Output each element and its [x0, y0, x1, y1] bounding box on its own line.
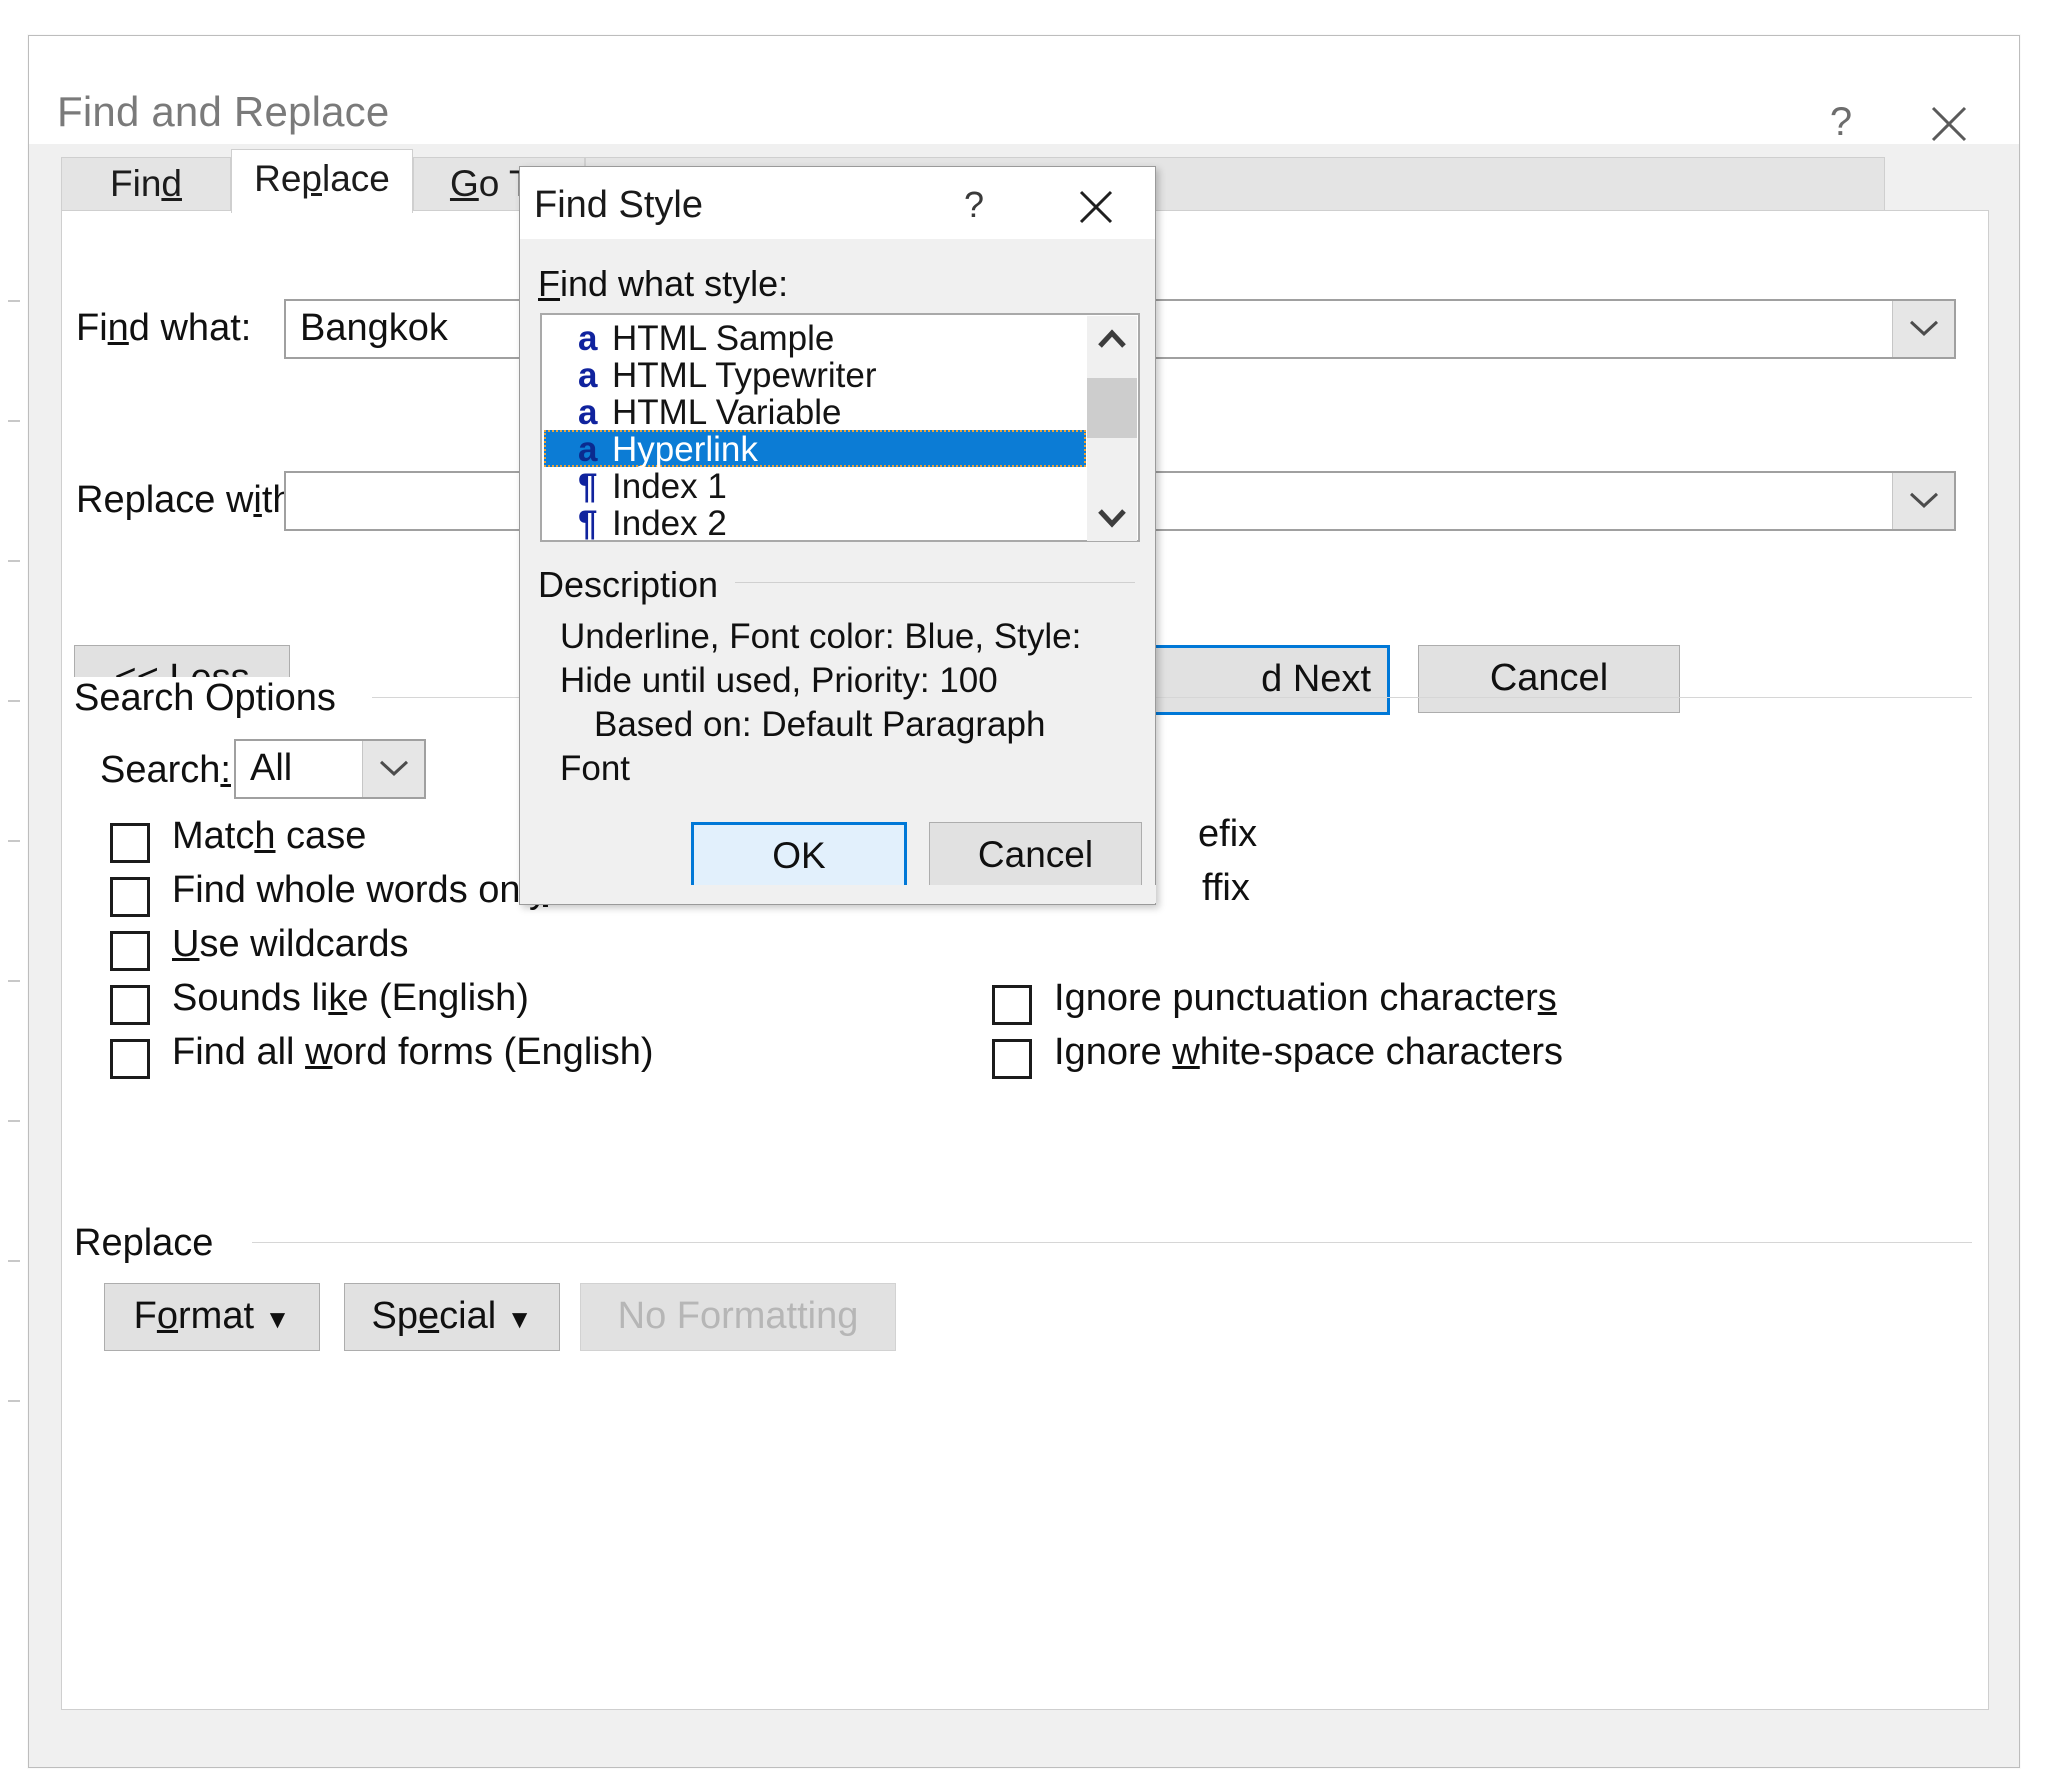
search-scope-dropdown-button[interactable]	[362, 741, 424, 797]
style-list-scrollbar[interactable]	[1087, 316, 1137, 541]
find-next-button[interactable]: d Next	[1152, 645, 1390, 715]
checkbox-box[interactable]	[110, 985, 150, 1025]
find-next-button-label: d Next	[1261, 658, 1371, 700]
search-options-group-title: Search Options	[74, 677, 350, 720]
special-button[interactable]: Special ▼	[344, 1283, 560, 1351]
ruler-mark	[8, 700, 20, 702]
replace-with-label: Replace with:	[76, 479, 305, 521]
description-group-title: Description	[538, 564, 731, 606]
ruler-mark	[8, 1120, 20, 1122]
checkbox-label: Find all word forms (English)	[172, 1031, 654, 1073]
character-style-icon: a	[578, 319, 598, 358]
description-text: Underline, Font color: Blue, Style: Hide…	[560, 615, 1120, 791]
character-style-icon: a	[578, 430, 598, 469]
paragraph-style-icon: ¶	[578, 504, 598, 543]
ok-button-label: OK	[772, 835, 826, 876]
ok-button[interactable]: OK	[691, 822, 907, 890]
chevron-down-icon	[379, 760, 408, 776]
checkbox-box[interactable]	[110, 823, 150, 863]
find-replace-title: Find and Replace	[57, 88, 390, 135]
description-group-line	[735, 582, 1135, 583]
ruler-mark	[8, 840, 20, 842]
list-item-label: HTML Variable	[612, 393, 842, 432]
list-item[interactable]: a HTML Variable	[544, 393, 1084, 432]
checkbox-box[interactable]	[110, 877, 150, 917]
list-item-label: Index 1	[612, 467, 727, 506]
ruler-mark	[8, 980, 20, 982]
no-formatting-button-label: No Formatting	[617, 1295, 859, 1337]
find-style-dialog: Find Style ? Find what style: a HTML Sam…	[519, 166, 1156, 905]
list-item[interactable]: a HTML Sample	[544, 319, 1084, 358]
description-line-2: Based on: Default Paragraph Font	[560, 705, 1046, 788]
checkbox-label: ffix	[1202, 867, 1250, 909]
tab-replace-label: Replace	[254, 158, 390, 199]
chevron-down-icon	[1909, 320, 1938, 336]
special-button-label: Special ▼	[371, 1295, 533, 1337]
tab-replace[interactable]: Replace	[231, 149, 413, 213]
chevron-down-icon	[1909, 492, 1938, 508]
search-scope-combobox[interactable]: All	[234, 739, 426, 799]
find-what-input[interactable]: Bangkok	[300, 307, 448, 350]
list-item[interactable]: ¶ Index 2	[544, 504, 1084, 543]
close-icon[interactable]	[1919, 94, 1979, 150]
replace-with-dropdown-button[interactable]	[1892, 473, 1954, 529]
ruler-mark	[8, 1260, 20, 1262]
style-listbox[interactable]: a HTML Sample a HTML Typewriter a HTML V…	[540, 313, 1140, 543]
scroll-up-arrow-icon[interactable]	[1087, 316, 1137, 364]
help-icon[interactable]: ?	[1813, 94, 1869, 150]
ruler-mark	[8, 560, 20, 562]
character-style-icon: a	[578, 393, 598, 432]
find-style-title: Find Style	[534, 184, 703, 226]
ruler-mark	[8, 420, 20, 422]
no-formatting-button: No Formatting	[580, 1283, 896, 1351]
checkbox-box[interactable]	[110, 1039, 150, 1079]
search-scope-value: All	[250, 747, 293, 789]
paragraph-style-icon: ¶	[578, 467, 598, 506]
format-button-label: Format ▼	[133, 1295, 291, 1337]
cancel-button[interactable]: Cancel	[1418, 645, 1680, 713]
checkbox-label: efix	[1198, 813, 1258, 855]
list-item-label: Index 2	[612, 504, 727, 543]
ruler-mark	[8, 300, 20, 302]
search-scope-label: Search:	[100, 749, 231, 791]
cancel-button-label: Cancel	[1489, 657, 1609, 699]
checkbox-box[interactable]	[992, 1039, 1032, 1079]
description-line-1: Underline, Font color: Blue, Style: Hide…	[560, 617, 1082, 700]
find-style-cancel-button-label: Cancel	[977, 834, 1094, 875]
checkbox-label: Ignore punctuation characters	[1054, 977, 1557, 1019]
list-item-selected[interactable]: a Hyperlink	[544, 430, 1086, 469]
format-button[interactable]: Format ▼	[104, 1283, 320, 1351]
checkbox-box[interactable]	[110, 931, 150, 971]
tab-find-label: Find	[110, 163, 182, 204]
checkbox-label: Ignore white-space characters	[1054, 1031, 1564, 1073]
scrollbar-thumb[interactable]	[1087, 378, 1137, 438]
help-icon[interactable]: ?	[950, 181, 998, 229]
list-item-label: HTML Sample	[612, 319, 835, 358]
find-what-dropdown-button[interactable]	[1892, 301, 1954, 357]
checkbox-label: Use wildcards	[172, 923, 409, 965]
find-replace-titlebar: Find and Replace ?	[29, 36, 2019, 144]
list-item[interactable]: ¶ Index 1	[544, 467, 1084, 506]
tab-find[interactable]: Find	[61, 157, 231, 211]
checkbox-label: Find whole words only	[172, 869, 548, 911]
checkbox-box[interactable]	[992, 985, 1032, 1025]
list-item-label: HTML Typewriter	[612, 356, 877, 395]
replace-group-title: Replace	[74, 1222, 228, 1265]
scroll-down-arrow-icon[interactable]	[1087, 493, 1137, 541]
find-style-cancel-button[interactable]: Cancel	[929, 822, 1142, 890]
find-style-bottom-band	[521, 885, 1156, 903]
list-item-label: Hyperlink	[612, 430, 758, 469]
replace-group-line	[252, 1242, 1972, 1243]
find-what-label: Find what:	[76, 307, 252, 349]
ruler-mark	[8, 1400, 20, 1402]
list-item[interactable]: a HTML Typewriter	[544, 356, 1084, 395]
checkbox-label: Match case	[172, 815, 367, 857]
character-style-icon: a	[578, 356, 598, 395]
close-icon[interactable]	[1070, 181, 1122, 229]
find-what-style-label: Find what style:	[538, 263, 789, 304]
find-style-titlebar: Find Style ?	[520, 167, 1155, 239]
checkbox-label: Sounds like (English)	[172, 977, 529, 1019]
